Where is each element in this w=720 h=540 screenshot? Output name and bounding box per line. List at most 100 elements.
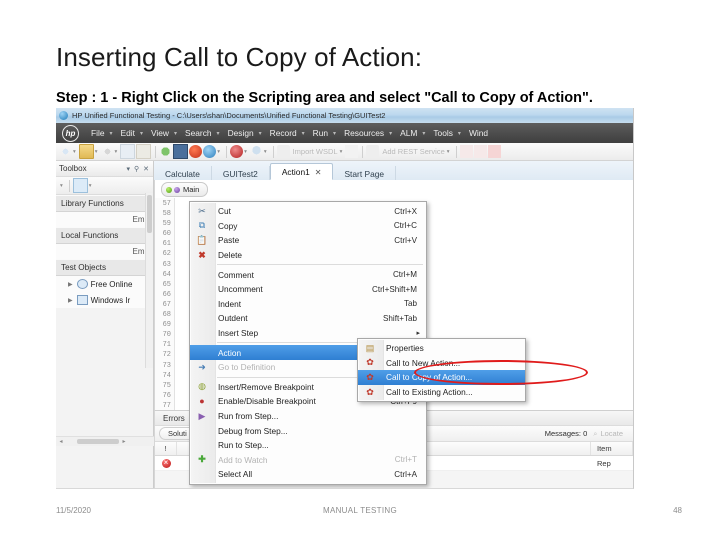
expand-triangle-icon[interactable]: ▶ (68, 281, 73, 288)
action-submenu[interactable]: Properties Call to New Action... Call to… (357, 338, 526, 403)
submenu-item-properties[interactable]: Properties (358, 341, 525, 356)
run-icon[interactable] (203, 145, 217, 158)
context-menu-separator (217, 264, 423, 266)
open-test-icon[interactable] (78, 144, 94, 159)
locate-button[interactable]: ⌕ Locate (593, 429, 623, 439)
toolbox-section-local-functions[interactable]: Local Functions (56, 227, 153, 244)
copy-action-icon (358, 370, 382, 385)
add-icon[interactable] (100, 145, 114, 158)
tab-action1[interactable]: Action1 ✕ (269, 163, 334, 180)
line-number: 67 (162, 300, 171, 309)
toolbox-vertical-scrollbar[interactable] (145, 193, 153, 368)
add-rest-service-label: Add REST Service (382, 147, 445, 156)
context-menu-item-uncomment[interactable]: Uncomment Ctrl+Shift+M (190, 282, 426, 297)
editor-subtab-main[interactable]: Main (161, 182, 209, 197)
toolbox-horizontal-scrollbar[interactable]: ◂ ▸ (56, 436, 154, 446)
toolbox-section-test-objects[interactable]: Test Objects (56, 259, 153, 276)
tab-errors[interactable]: Errors (155, 412, 193, 425)
scrollbar-thumb[interactable] (147, 195, 152, 233)
document-tabstrip: Calculate GUITest2 Action1 ✕ Start Page (154, 161, 633, 181)
menu-item-alm[interactable]: ALM ▾ (398, 128, 427, 138)
chevron-down-icon: ▾ (139, 130, 143, 137)
object-spy-icon[interactable] (173, 144, 189, 159)
context-menu-item-run-to-step[interactable]: Run to Step... (190, 438, 426, 453)
refresh-icon[interactable] (159, 145, 173, 158)
scrollbar-thumb[interactable] (77, 439, 119, 444)
chevron-down-icon[interactable]: ▾ (264, 149, 267, 155)
close-icon[interactable]: ✕ (143, 165, 149, 173)
toolbox-tree-item-free-online[interactable]: ▶ Free Online (56, 276, 153, 292)
context-menu-item-copy[interactable]: Copy Ctrl+C (190, 219, 426, 234)
context-menu-item-paste[interactable]: Paste Ctrl+V (190, 233, 426, 248)
menu-item-search[interactable]: Search ▾ (183, 128, 222, 138)
app-titlebar-text: HP Unified Functional Testing - C:\Users… (72, 111, 386, 120)
expand-triangle-icon[interactable]: ▶ (68, 297, 73, 304)
chevron-down-icon[interactable]: ▾ (115, 149, 118, 155)
toolbox-item-icon[interactable] (72, 178, 88, 193)
menu-item-window[interactable]: Wind (467, 128, 490, 138)
chevron-down-icon[interactable]: ▾ (244, 149, 247, 155)
menu-item-resources[interactable]: Resources ▾ (342, 128, 394, 138)
tab-guitest2[interactable]: GUITest2 (212, 166, 270, 180)
toolbox-section-library-functions[interactable]: Library Functions (56, 195, 153, 212)
toolbox-tree-item-windows-ie[interactable]: ▶ Windows Ir (56, 292, 153, 308)
menu-item-run[interactable]: Run ▾ (311, 128, 338, 138)
save-icon[interactable] (120, 144, 136, 159)
menu-item-file[interactable]: File ▾ (89, 128, 115, 138)
no-icon (190, 345, 214, 360)
context-menu-item-cut[interactable]: Cut Ctrl+X (190, 204, 426, 219)
line-number: 68 (162, 311, 171, 320)
slide-footer: 11/5/2020 MANUAL TESTING 48 (0, 506, 720, 526)
chevron-down-icon[interactable]: ▾ (217, 149, 220, 155)
globe-icon (76, 279, 88, 289)
messages-count: Messages: 0 (544, 429, 588, 438)
record-icon[interactable] (189, 145, 203, 158)
error-icon (161, 457, 171, 468)
checkpoint-icon[interactable] (249, 145, 263, 158)
scroll-right-icon[interactable]: ▸ (119, 438, 129, 445)
pin-icon[interactable]: ⚲ (134, 165, 139, 173)
add-watch-icon (190, 453, 214, 468)
line-number: 73 (162, 361, 171, 370)
chevron-down-icon[interactable]: ▾ (89, 183, 92, 189)
submenu-item-call-to-copy-of-action[interactable]: Call to Copy of Action... (358, 370, 525, 385)
toolbar-separator (68, 179, 70, 192)
context-menu-item-select-all[interactable]: Select All Ctrl+A (190, 467, 426, 482)
menu-item-design[interactable]: Design ▾ (226, 128, 264, 138)
chevron-down-icon[interactable]: ▾ (95, 149, 98, 155)
tab-calculate[interactable]: Calculate (154, 166, 212, 180)
maintenance-run-icon[interactable] (230, 145, 244, 158)
menu-item-record[interactable]: Record ▾ (268, 128, 307, 138)
search-icon: ⌕ (593, 428, 598, 438)
new-test-icon[interactable] (59, 145, 72, 158)
chevron-down-icon: ▾ (457, 130, 461, 137)
context-menu-item-delete[interactable]: Delete (190, 248, 426, 263)
line-number: 72 (162, 351, 171, 360)
toolbox-library-empty: Emp (56, 212, 153, 227)
save-all-icon[interactable] (136, 144, 152, 159)
scroll-left-icon[interactable]: ◂ (56, 438, 66, 445)
tab-start-page[interactable]: Start Page (333, 166, 397, 180)
redo-icon (473, 145, 487, 158)
context-menu-item-comment[interactable]: Comment Ctrl+M (190, 267, 426, 282)
context-menu-item-debug-from-step[interactable]: Debug from Step... (190, 423, 426, 438)
menu-item-view[interactable]: View ▾ (149, 128, 179, 138)
chevron-down-icon[interactable]: ▾ (73, 149, 76, 155)
toolbar-separator (155, 145, 157, 158)
chevron-down-icon[interactable]: ▾ (60, 183, 63, 189)
context-menu-item-indent[interactable]: Indent Tab (190, 297, 426, 312)
menu-item-tools[interactable]: Tools ▾ (431, 128, 463, 138)
submenu-item-call-to-existing-action[interactable]: Call to Existing Action... (358, 385, 525, 400)
context-menu-item-run-from-step[interactable]: Run from Step... (190, 409, 426, 424)
context-menu-item-outdent[interactable]: Outdent Shift+Tab (190, 311, 426, 326)
column-header-item[interactable]: Item (591, 442, 633, 455)
run-step-icon (190, 409, 214, 424)
close-icon[interactable]: ✕ (315, 168, 322, 177)
chevron-down-icon[interactable]: ▾ (126, 165, 130, 173)
column-header-severity[interactable]: ! (155, 442, 177, 455)
chevron-down-icon: ▾ (258, 130, 262, 137)
line-number: 60 (162, 230, 171, 239)
menu-item-edit[interactable]: Edit ▾ (119, 128, 145, 138)
line-number: 58 (162, 210, 171, 219)
submenu-item-call-to-new-action[interactable]: Call to New Action... (358, 356, 525, 371)
